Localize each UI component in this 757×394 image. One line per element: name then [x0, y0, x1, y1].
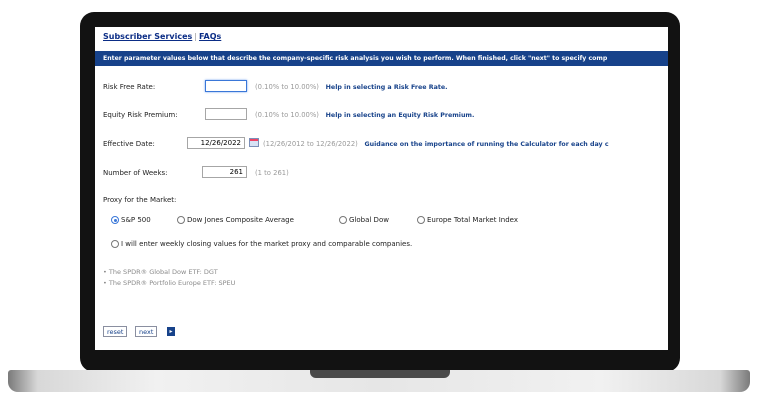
subscriber-services-link[interactable]: Subscriber Services: [103, 32, 192, 41]
next-button[interactable]: next: [135, 326, 158, 337]
radio-unselected-icon[interactable]: [339, 216, 347, 224]
number-of-weeks-range: (1 to 261): [255, 169, 289, 177]
radio-dow-jones-label: Dow Jones Composite Average: [187, 216, 294, 224]
risk-free-rate-help-link[interactable]: Help in selecting a Risk Free Rate.: [326, 84, 448, 91]
note-text: The SPDR® Portfolio Europe ETF: SPEU: [108, 279, 236, 287]
risk-free-rate-input[interactable]: [205, 80, 247, 92]
risk-free-rate-range: (0.10% to 10.00%): [255, 83, 319, 91]
equity-risk-premium-label: Equity Risk Premium:: [103, 111, 178, 119]
proxy-label: Proxy for the Market:: [103, 196, 177, 204]
equity-risk-premium-help-link[interactable]: Help in selecting an Equity Risk Premium…: [326, 112, 475, 119]
faqs-link[interactable]: FAQs: [199, 32, 221, 41]
risk-free-rate-label: Risk Free Rate:: [103, 83, 156, 91]
note-text: The SPDR® Global Dow ETF: DGT: [108, 268, 218, 276]
top-nav: Subscriber Services | FAQs: [103, 32, 221, 41]
laptop-hinge-notch: [310, 370, 450, 378]
equity-risk-premium-hint-row: (0.10% to 10.00%) Help in selecting an E…: [255, 111, 474, 119]
chevron-right-icon[interactable]: ▸: [167, 327, 175, 336]
list-item: • The SPDR® Portfolio Europe ETF: SPEU: [103, 279, 236, 287]
radio-dow-jones-composite[interactable]: Dow Jones Composite Average: [177, 216, 294, 224]
etf-notes: • The SPDR® Global Dow ETF: DGT • The SP…: [103, 267, 235, 289]
radio-europe-total-market[interactable]: Europe Total Market Index: [417, 216, 518, 224]
risk-free-rate-hint-row: (0.10% to 10.00%) Help in selecting a Ri…: [255, 83, 448, 91]
radio-global-dow-label: Global Dow: [349, 216, 389, 224]
laptop-screen: Subscriber Services | FAQs Enter parameter…: [95, 27, 668, 350]
radio-sp500[interactable]: S&P 500: [111, 216, 151, 224]
radio-manual-entry[interactable]: I will enter weekly closing values for t…: [111, 240, 412, 248]
instructions-banner: Enter parameter values below that descri…: [95, 51, 668, 66]
effective-date-hint-row: (12/26/2012 to 12/26/2022) Guidance on t…: [263, 140, 609, 148]
radio-unselected-icon[interactable]: [111, 240, 119, 248]
radio-sp500-label: S&P 500: [121, 216, 151, 224]
radio-unselected-icon[interactable]: [417, 216, 425, 224]
effective-date-label: Effective Date:: [103, 140, 155, 148]
effective-date-guidance-link[interactable]: Guidance on the importance of running th…: [365, 141, 609, 148]
radio-europe-label: Europe Total Market Index: [427, 216, 518, 224]
effective-date-input[interactable]: 12/26/2022: [187, 137, 245, 149]
number-of-weeks-label: Number of Weeks:: [103, 169, 168, 177]
number-of-weeks-hint-row: (1 to 261): [255, 169, 289, 177]
equity-risk-premium-range: (0.10% to 10.00%): [255, 111, 319, 119]
reset-button[interactable]: reset: [103, 326, 128, 337]
radio-manual-entry-label: I will enter weekly closing values for t…: [121, 240, 413, 248]
next-button-label: next: [139, 328, 154, 336]
effective-date-range: (12/26/2012 to 12/26/2022): [263, 140, 358, 148]
radio-global-dow[interactable]: Global Dow: [339, 216, 389, 224]
calendar-icon[interactable]: [249, 138, 259, 147]
radio-selected-icon[interactable]: [111, 216, 119, 224]
equity-risk-premium-input[interactable]: [205, 108, 247, 120]
number-of-weeks-input[interactable]: 261: [202, 166, 247, 178]
nav-separator: |: [194, 32, 197, 41]
list-item: • The SPDR® Global Dow ETF: DGT: [103, 268, 218, 276]
radio-unselected-icon[interactable]: [177, 216, 185, 224]
